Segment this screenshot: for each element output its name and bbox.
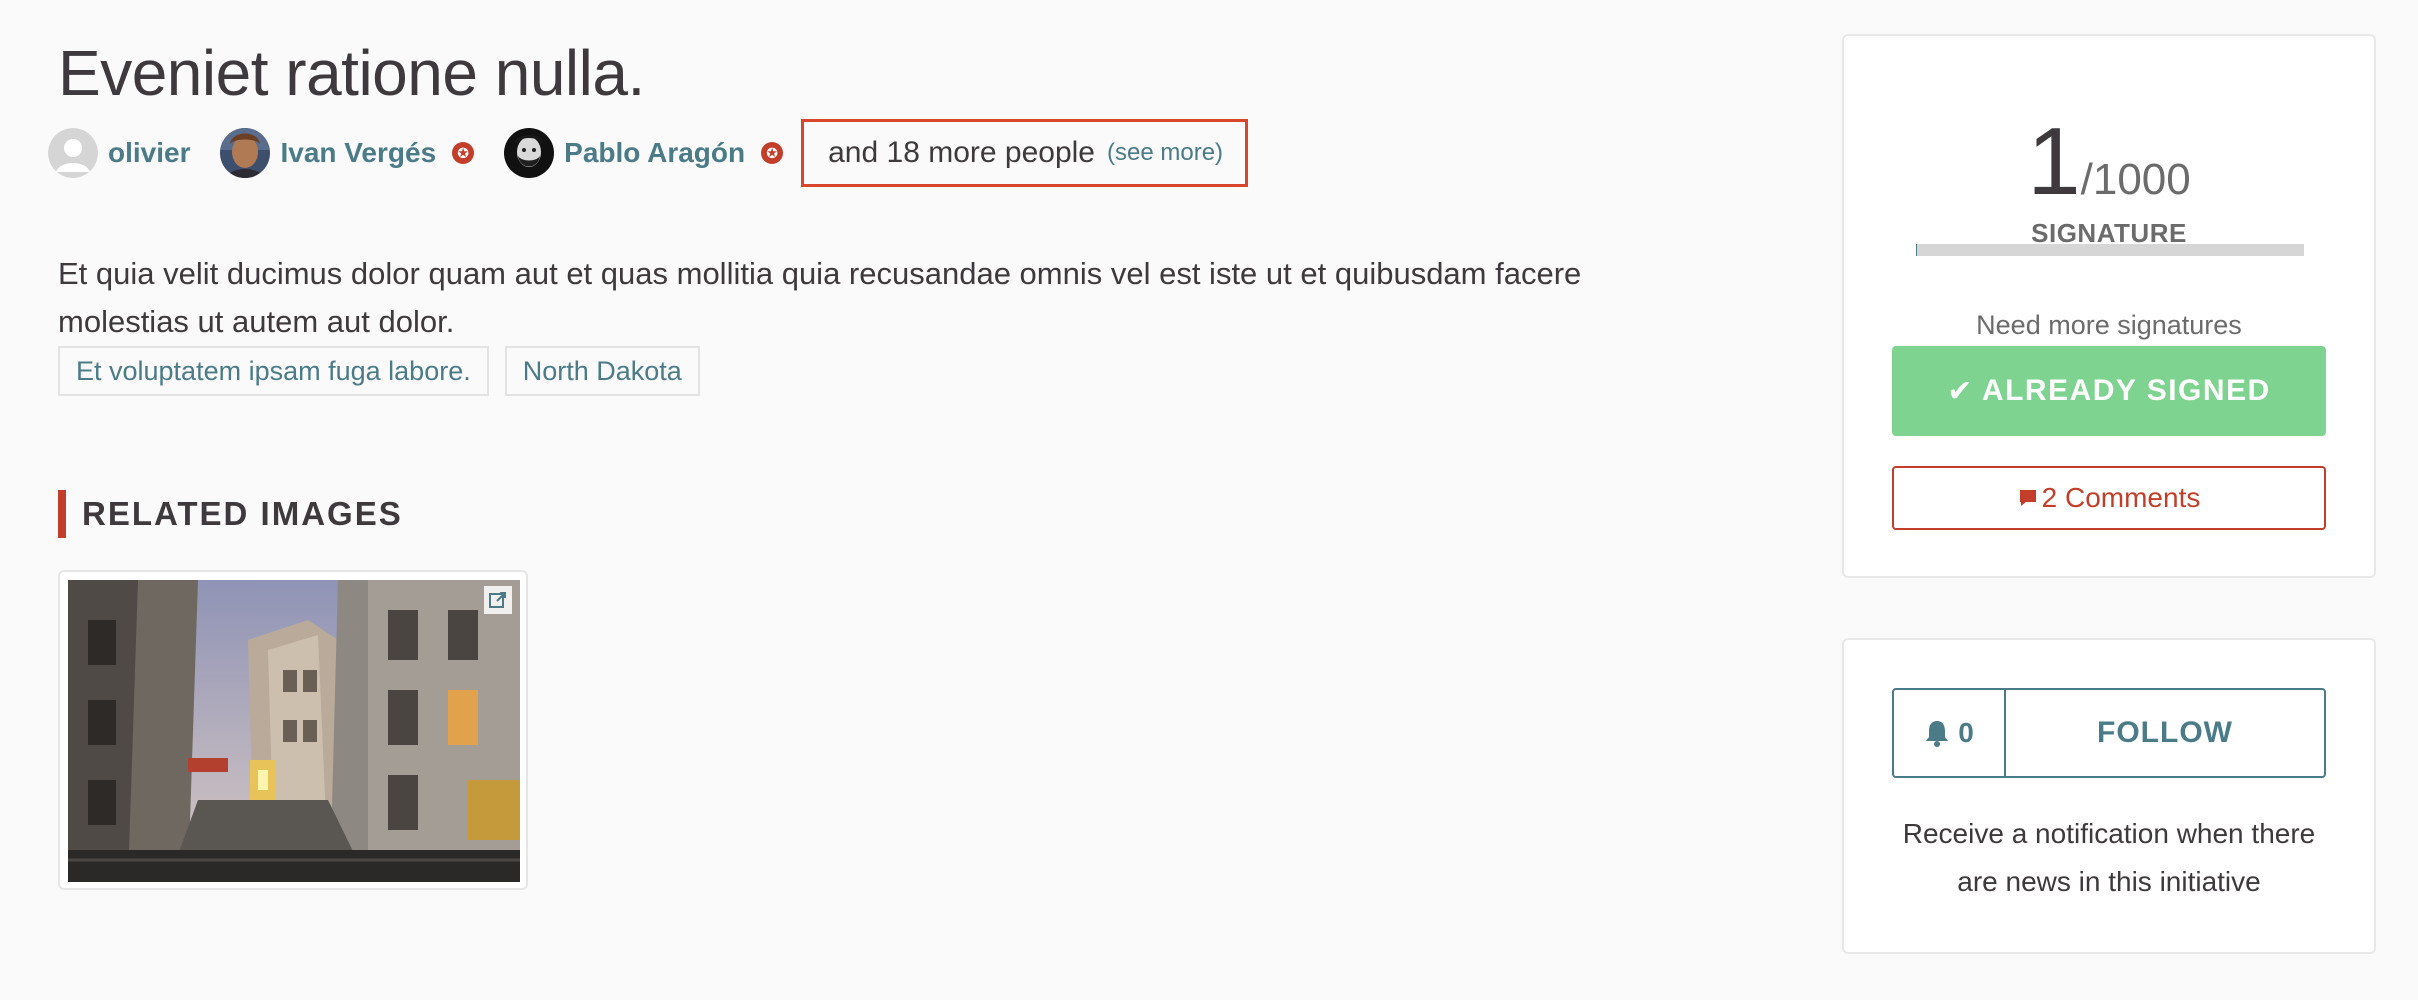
signature-count-total: /1000: [2080, 155, 2191, 204]
page-title: Eveniet ratione nulla.: [58, 37, 645, 109]
external-link-icon[interactable]: [484, 586, 512, 614]
avatar: [220, 128, 271, 178]
signature-count-value: 1: [2027, 108, 2081, 215]
avatar: [504, 128, 555, 178]
follow-widget: 0 FOLLOW: [1892, 688, 2326, 778]
signature-progress-bar: [1916, 244, 2304, 256]
already-signed-label: ALREADY SIGNED: [1981, 374, 2271, 407]
comments-button[interactable]: 2 Comments: [1892, 466, 2326, 530]
related-images-heading: RELATED IMAGES: [58, 490, 403, 538]
related-image-thumbnail[interactable]: [58, 570, 528, 890]
comment-icon: [2019, 490, 2036, 506]
author-ivan-verges[interactable]: Ivan Vergés ✪: [220, 128, 475, 178]
follow-button[interactable]: FOLLOW: [2006, 690, 2324, 776]
check-icon: ✔: [1947, 374, 1974, 408]
tag-category[interactable]: Et voluptatem ipsam fuga labore.: [58, 346, 489, 396]
tag-list: Et voluptatem ipsam fuga labore. North D…: [58, 346, 716, 396]
author-name[interactable]: Pablo Aragón: [564, 137, 745, 169]
tag-scope[interactable]: North Dakota: [504, 346, 700, 396]
author-olivier[interactable]: olivier: [48, 128, 190, 178]
signature-card: 1/1000 SIGNATURE Need more signatures ✔ …: [1842, 34, 2376, 578]
follower-count-value: 0: [1958, 717, 1974, 748]
signature-count: 1/1000: [1844, 114, 2374, 210]
follow-card: 0 FOLLOW Receive a notification when the…: [1842, 638, 2376, 954]
author-name[interactable]: olivier: [108, 137, 190, 169]
more-authors-text: and 18 more people: [828, 136, 1095, 169]
default-avatar-icon: [48, 128, 98, 178]
signature-status: Need more signatures: [1976, 310, 2242, 340]
author-name[interactable]: Ivan Vergés: [280, 137, 436, 169]
proposal-body: Et quia velit ducimus dolor quam aut et …: [58, 256, 1582, 339]
street-photo: [68, 580, 520, 882]
author-pablo-aragon[interactable]: Pablo Aragón ✪: [504, 128, 784, 178]
more-authors-toggle[interactable]: and 18 more people (see more): [801, 119, 1249, 187]
bell-icon: [1926, 721, 1949, 747]
author-list: olivier Ivan Vergés ✪ Pablo Aragón ✪ and…: [48, 116, 1249, 190]
official-badge-icon: ✪: [452, 142, 475, 164]
official-badge-icon: ✪: [761, 142, 784, 164]
comments-label: 2 Comments: [2041, 482, 2201, 513]
already-signed-button[interactable]: ✔ ALREADY SIGNED: [1892, 346, 2326, 436]
follow-note: Receive a notification when there are ne…: [1902, 818, 2316, 897]
see-more-link[interactable]: (see more): [1107, 139, 1223, 167]
follower-count: 0: [1894, 690, 2006, 776]
